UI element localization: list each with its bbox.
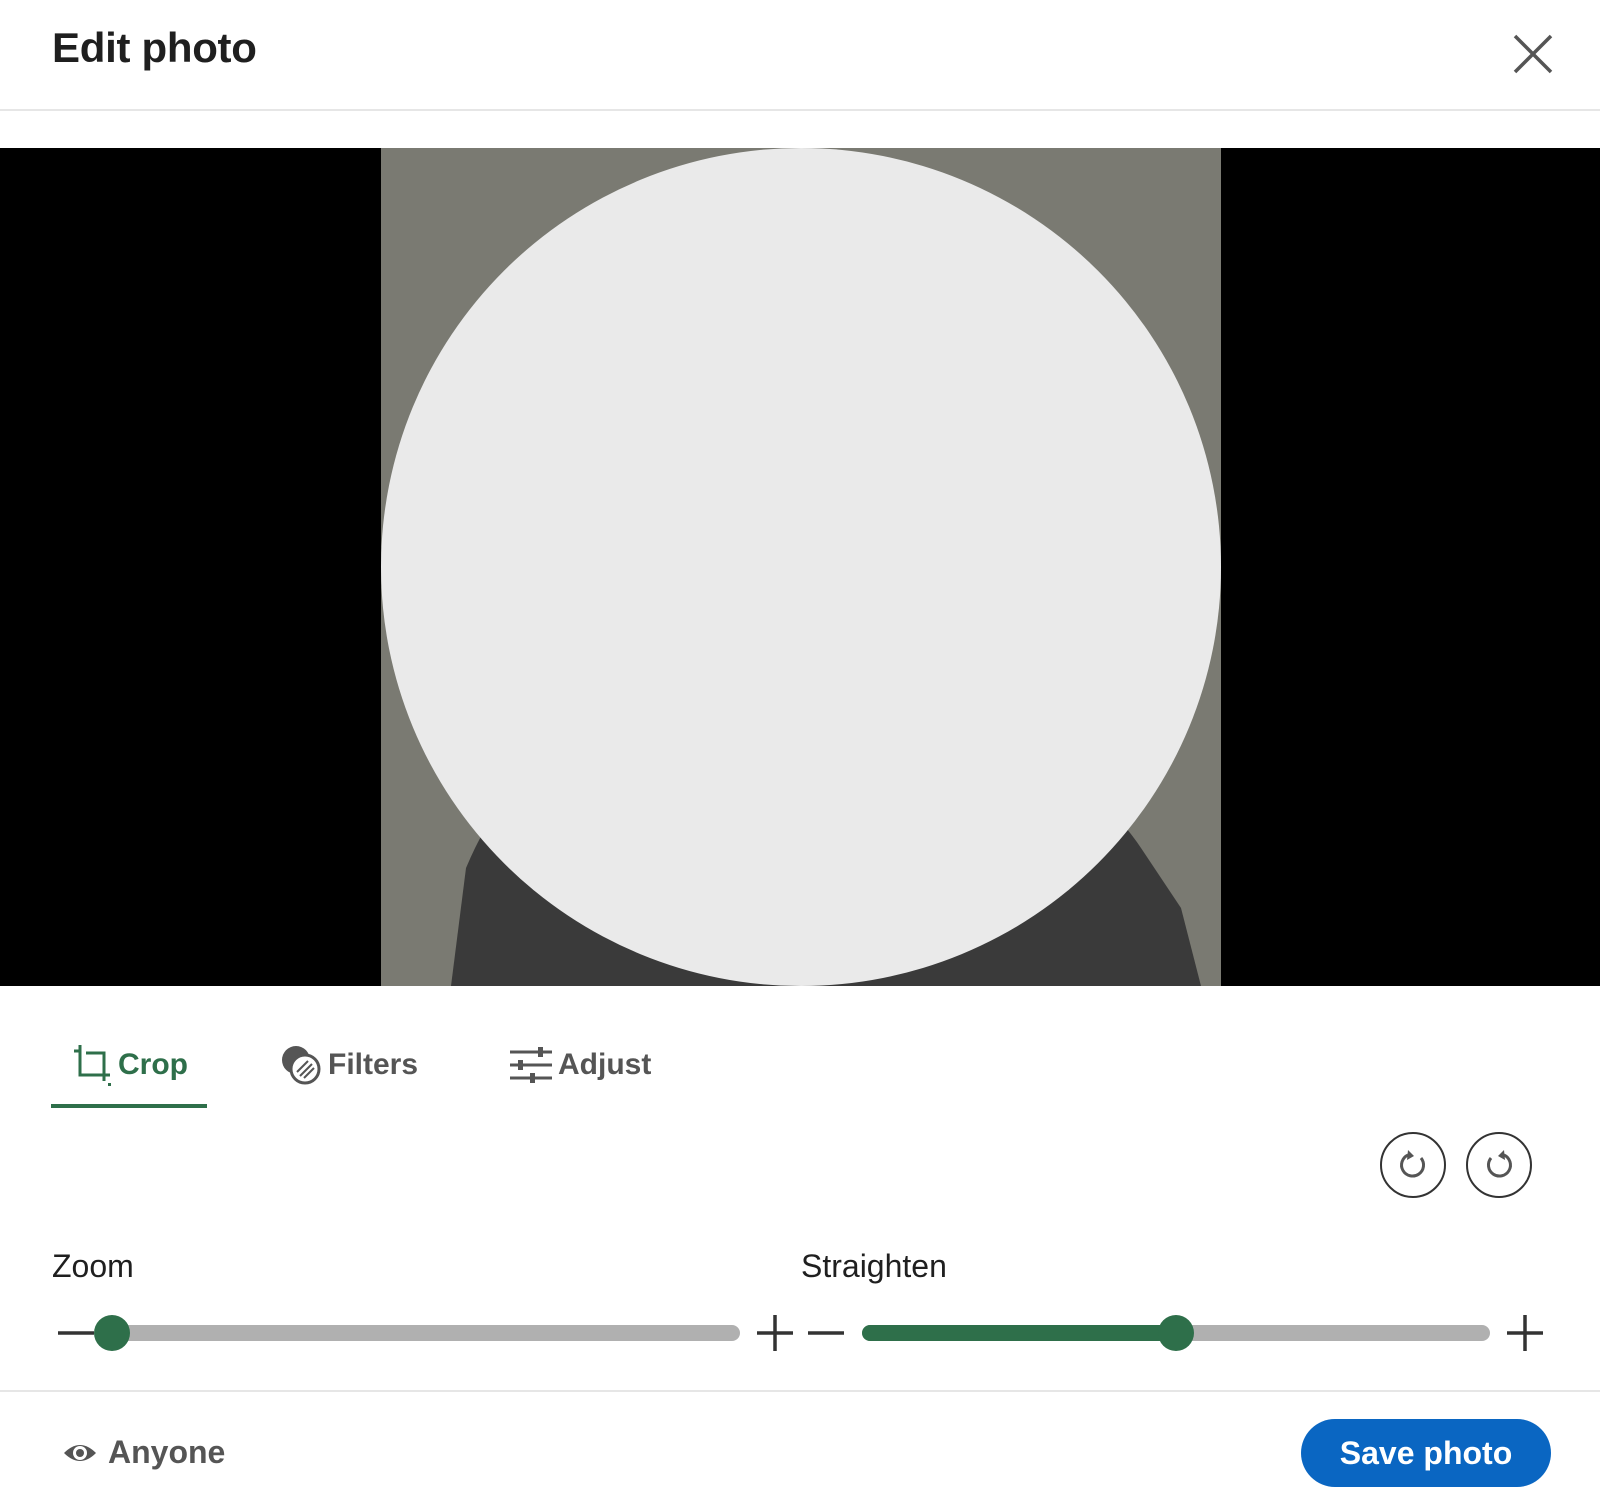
dialog-title: Edit photo [52, 24, 257, 71]
zoom-out-button[interactable] [54, 1311, 98, 1355]
active-tab-indicator [51, 1104, 207, 1108]
plus-icon [757, 1315, 793, 1351]
editor-tabs: Crop Filters Adjust [0, 1020, 1600, 1110]
photo-preview-stage [0, 148, 1600, 986]
tab-crop[interactable]: Crop [70, 1020, 220, 1110]
zoom-slider-track[interactable] [94, 1315, 740, 1351]
straighten-slider-thumb[interactable] [1158, 1315, 1194, 1351]
close-button[interactable] [1505, 26, 1561, 82]
visibility-button[interactable]: Anyone [62, 1434, 225, 1471]
crop-circle-mask[interactable] [381, 148, 1221, 986]
tab-filters-label: Filters [328, 1048, 419, 1081]
close-icon [1513, 34, 1553, 74]
visibility-label: Anyone [108, 1434, 226, 1470]
adjust-icon [510, 1047, 552, 1083]
photo-image [381, 148, 1221, 986]
save-photo-button[interactable]: Save photo [1301, 1419, 1551, 1487]
zoom-slider-thumb[interactable] [94, 1315, 130, 1351]
rotate-clockwise-button[interactable] [1380, 1132, 1446, 1198]
eye-icon [64, 1444, 96, 1461]
tab-adjust-label: Adjust [558, 1048, 652, 1081]
tab-filters[interactable]: Filters [278, 1020, 428, 1110]
rotate-counterclockwise-button[interactable] [1466, 1132, 1532, 1198]
plus-icon [1507, 1315, 1543, 1351]
filters-icon [282, 1046, 321, 1085]
zoom-label: Zoom [52, 1248, 134, 1284]
straighten-slider-fill [862, 1325, 1176, 1341]
tab-crop-label: Crop [118, 1048, 188, 1081]
crop-icon [74, 1045, 111, 1086]
minus-icon [808, 1331, 844, 1335]
straighten-decrease-button[interactable] [804, 1311, 848, 1355]
rotate-clockwise-icon [1400, 1150, 1426, 1178]
dialog-header: Edit photo [0, 0, 1600, 111]
minus-icon [58, 1331, 94, 1335]
tab-adjust[interactable]: Adjust [508, 1020, 658, 1110]
rotate-counterclockwise-icon [1486, 1150, 1512, 1178]
dialog-footer: Anyone Save photo [0, 1390, 1600, 1503]
straighten-label: Straighten [801, 1248, 947, 1284]
straighten-increase-button[interactable] [1503, 1311, 1547, 1355]
zoom-in-button[interactable] [753, 1311, 797, 1355]
straighten-slider-track[interactable] [862, 1315, 1490, 1351]
